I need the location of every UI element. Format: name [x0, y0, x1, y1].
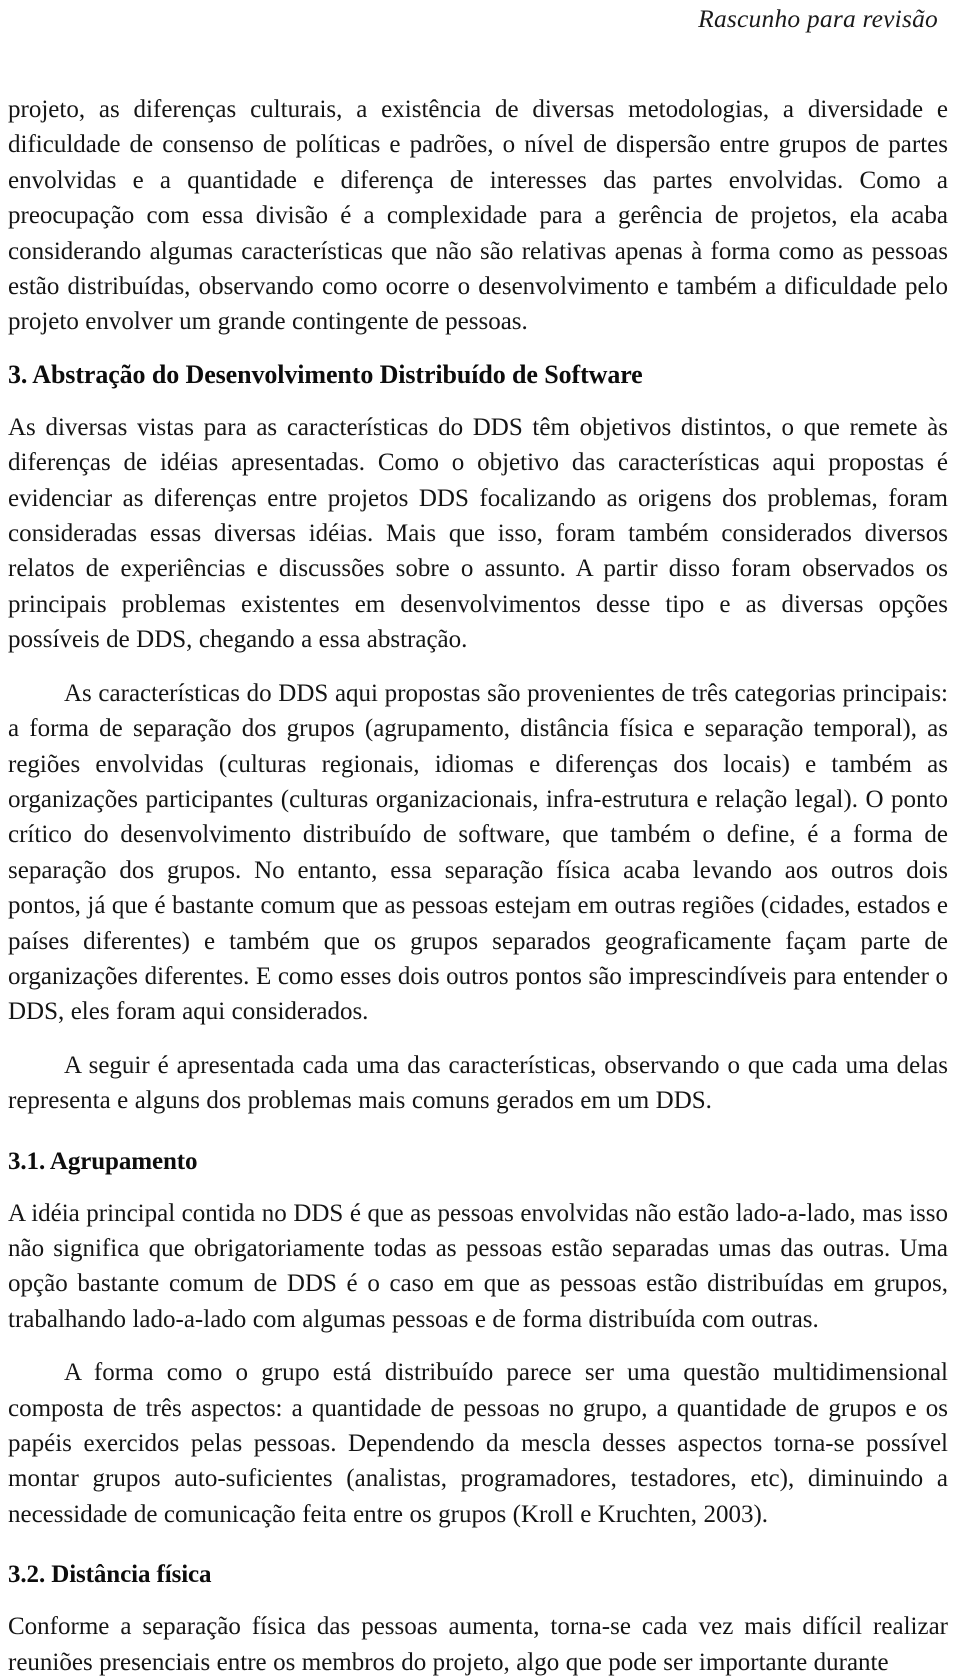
paragraph-agrupamento-2: A forma como o grupo está distribuído pa… — [8, 1359, 948, 1528]
running-header: Rascunho para revisão — [698, 4, 938, 33]
paragraph-distancia-fisica: Conforme a separação física das pessoas … — [8, 1613, 948, 1676]
document-page: Rascunho para revisão projeto, as difere… — [0, 0, 960, 1676]
paragraph-continuation: projeto, as diferenças culturais, a exis… — [8, 96, 948, 336]
subsection-heading-3-1: 3.1. Agrupamento — [8, 1147, 198, 1175]
paragraph-a-seguir: A seguir é apresentada cada uma das cara… — [8, 1051, 948, 1115]
paragraph-agrupamento-1: A idéia principal contida no DDS é que a… — [8, 1199, 948, 1333]
page-body: projeto, as diferenças culturais, a exis… — [8, 92, 948, 1680]
section-heading-3: 3. Abstração do Desenvolvimento Distribu… — [8, 359, 643, 389]
subsection-heading-3-2: 3.2. Distância física — [8, 1561, 212, 1589]
paragraph-distancia-clip: Conforme a separação física das pessoas … — [8, 1609, 948, 1680]
paragraph-categorias: As características do DDS aqui propostas… — [8, 679, 948, 1026]
paragraph-abstracao-intro: As diversas vistas para as característic… — [8, 413, 948, 654]
